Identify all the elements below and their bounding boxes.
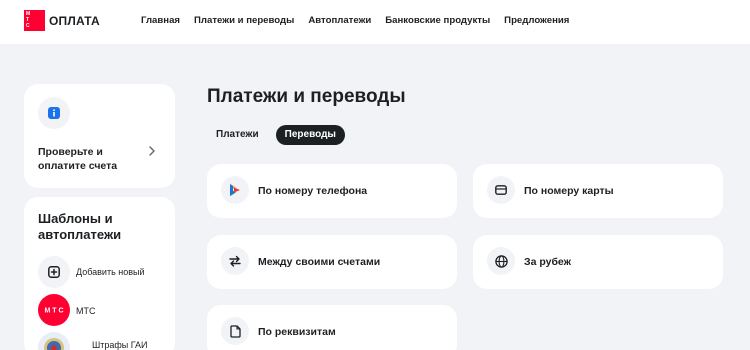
check-bills-text: Проверьте и оплатите счета — [38, 146, 118, 172]
info-icon — [38, 97, 70, 129]
template-label: МТС — [76, 306, 96, 316]
logo-text[interactable]: ОПЛАТА — [49, 14, 100, 28]
transfer-by-phone-card[interactable]: По номеру телефона — [207, 164, 457, 218]
mts-logo-icon[interactable]: М Т С — [24, 10, 45, 31]
page-title: Платежи и переводы — [207, 86, 406, 107]
card-icon — [487, 176, 515, 204]
document-icon — [221, 317, 249, 345]
op-label: Между своими счетами — [258, 256, 381, 268]
exchange-arrows-icon — [221, 247, 249, 275]
template-mts[interactable]: М Т С МТС — [38, 294, 168, 326]
template-gai[interactable]: Штрафы ГАИ — [38, 332, 168, 350]
templates-title: Шаблоны и автоплатежи — [38, 211, 122, 242]
op-label: По номеру телефона — [258, 185, 368, 197]
nav-item-bank-products[interactable]: Банковские продукты — [385, 15, 490, 26]
template-add-new[interactable]: Добавить новый — [38, 256, 168, 288]
tabs: Платежи Переводы — [207, 125, 345, 145]
sbp-icon — [221, 176, 249, 204]
nav-item-offers[interactable]: Предложения — [504, 15, 569, 26]
globe-icon — [487, 247, 515, 275]
plus-square-icon — [38, 256, 70, 288]
template-label: Добавить новый — [76, 267, 145, 277]
transfer-abroad-card[interactable]: За рубеж — [473, 235, 723, 289]
tab-transfers[interactable]: Переводы — [275, 125, 345, 145]
svg-text:М Т С: М Т С — [44, 308, 63, 315]
nav-item-payments[interactable]: Платежи и переводы — [194, 15, 294, 26]
chevron-right-icon — [148, 144, 156, 162]
main-nav: Главная Платежи и переводы Автоплатежи Б… — [141, 15, 569, 26]
mts-logo-icon: М Т С — [38, 294, 70, 326]
nav-item-home[interactable]: Главная — [141, 15, 180, 26]
transfer-between-accounts-card[interactable]: Между своими счетами — [207, 235, 457, 289]
op-label: По номеру карты — [524, 185, 614, 197]
op-label: По реквизитам — [258, 326, 336, 338]
top-bar: М Т С ОПЛАТА Главная Платежи и переводы … — [0, 0, 750, 44]
tab-payments[interactable]: Платежи — [207, 125, 268, 145]
transfer-by-card-card[interactable]: По номеру карты — [473, 164, 723, 218]
transfer-by-requisites-card[interactable]: По реквизитам — [207, 305, 457, 350]
op-label: За рубеж — [524, 256, 572, 268]
gai-emblem-icon — [38, 332, 70, 350]
nav-item-autopayments[interactable]: Автоплатежи — [308, 15, 371, 26]
template-label: Штрафы ГАИ — [92, 340, 148, 350]
